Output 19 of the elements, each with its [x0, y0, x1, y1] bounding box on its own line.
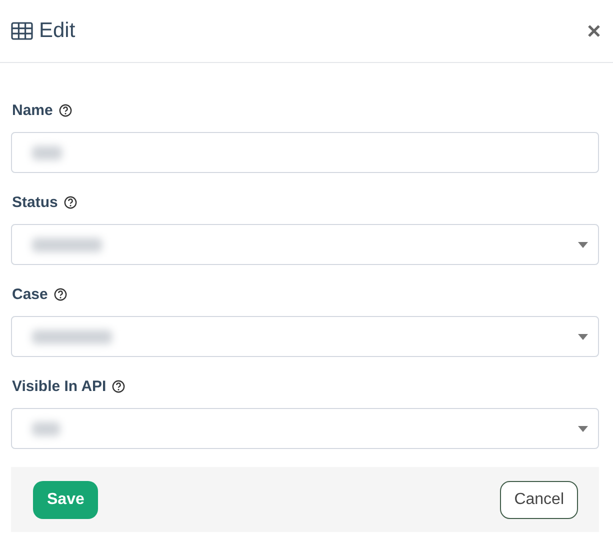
dialog-title: Edit [39, 19, 76, 43]
caret-icon [578, 426, 588, 432]
input-field[interactable] [11, 132, 599, 173]
cancel-button[interactable]: Cancel [500, 480, 578, 518]
select-field[interactable] [11, 316, 599, 357]
field-label: Name [12, 102, 53, 118]
field-label: Visible In API [12, 378, 106, 394]
field-label: Status [12, 194, 58, 210]
select-field[interactable] [11, 224, 599, 265]
select-field[interactable] [11, 408, 599, 449]
help-icon[interactable] [54, 288, 67, 300]
field-label: Case [12, 286, 48, 302]
table-icon [11, 22, 33, 40]
help-icon[interactable] [64, 196, 77, 208]
caret-icon [578, 242, 588, 248]
close-button[interactable] [587, 24, 601, 38]
help-icon[interactable] [58, 104, 72, 116]
help-icon[interactable] [112, 380, 126, 392]
caret-icon [578, 334, 588, 340]
